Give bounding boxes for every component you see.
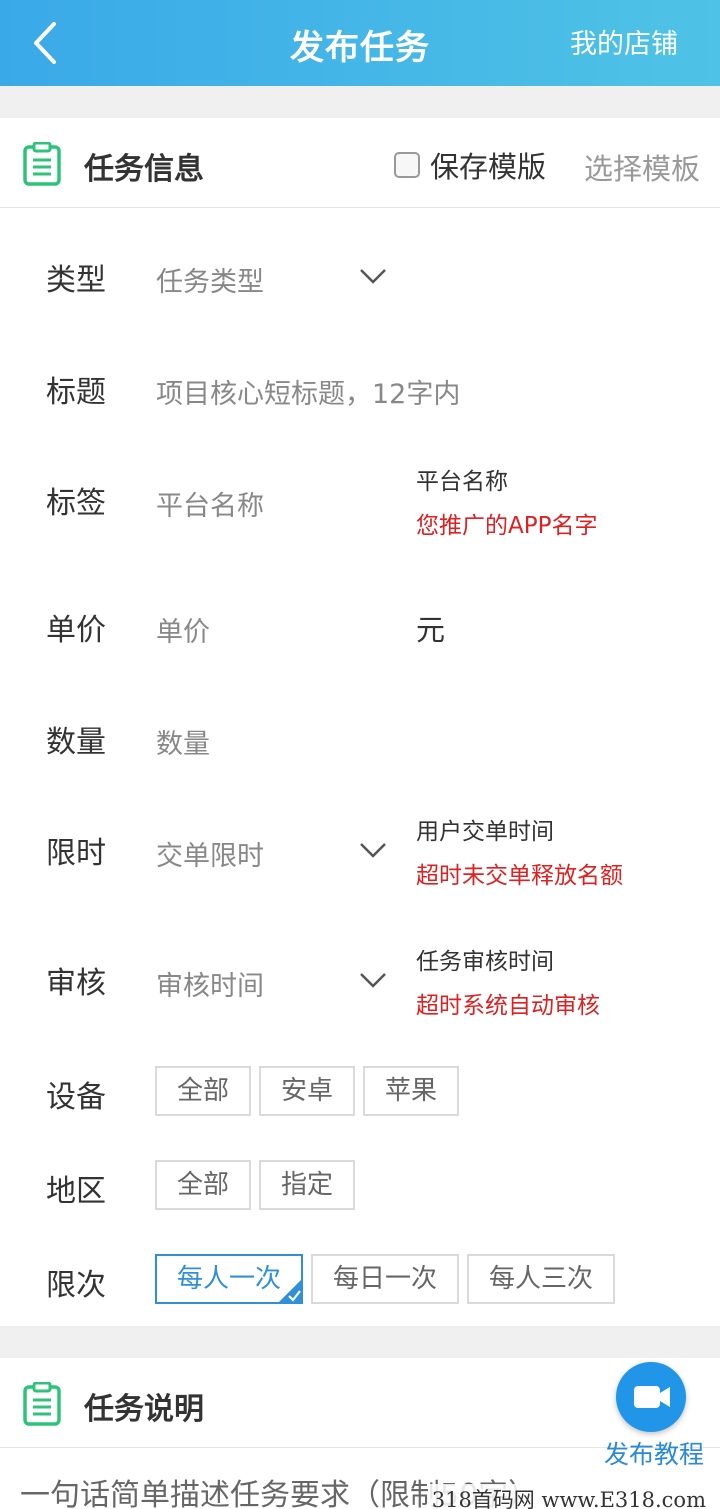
choose-template-button[interactable]: 选择模板 bbox=[584, 146, 700, 188]
region-label: 地区 bbox=[46, 1174, 106, 1209]
device-option-ios[interactable]: 苹果 bbox=[363, 1066, 459, 1116]
tag-row: 标签 平台名称 平台名称 您推广的APP名字 bbox=[0, 460, 720, 540]
region-row: 地区 全部 指定 bbox=[0, 1160, 720, 1212]
watermark: 318首码网 www.E318.com bbox=[427, 1484, 710, 1509]
device-row: 设备 全部 安卓 苹果 bbox=[0, 1066, 720, 1118]
tag-hint-warning: 您推广的APP名字 bbox=[416, 513, 598, 539]
section-title: 任务说明 bbox=[84, 1392, 204, 1427]
price-input[interactable]: 单价 bbox=[156, 610, 210, 649]
time-limit-select[interactable]: 交单限时 bbox=[156, 834, 264, 873]
clipboard-icon bbox=[23, 1382, 61, 1426]
top-bar: 发布任务 我的店铺 bbox=[0, 0, 720, 86]
section-title: 任务信息 bbox=[84, 152, 204, 187]
chevron-down-icon[interactable] bbox=[358, 840, 388, 860]
device-option-android[interactable]: 安卓 bbox=[259, 1066, 355, 1116]
checkbox-icon[interactable] bbox=[394, 152, 420, 178]
tutorial-label[interactable]: 发布教程 bbox=[604, 1435, 704, 1471]
my-shop-link[interactable]: 我的店铺 bbox=[570, 22, 678, 61]
tutorial-button[interactable] bbox=[616, 1362, 686, 1432]
review-label: 审核 bbox=[46, 966, 106, 1001]
time-limit-hint: 用户交单时间 bbox=[416, 819, 554, 845]
tag-hint: 平台名称 bbox=[416, 469, 508, 495]
frequency-label: 限次 bbox=[46, 1268, 106, 1303]
clipboard-icon bbox=[23, 142, 61, 186]
time-limit-label: 限时 bbox=[46, 836, 106, 871]
tag-input[interactable]: 平台名称 bbox=[156, 484, 264, 523]
frequency-option-three-per-person[interactable]: 每人三次 bbox=[467, 1254, 615, 1304]
task-info-header: 任务信息 保存模版 选择模板 bbox=[0, 118, 720, 208]
device-label: 设备 bbox=[46, 1080, 106, 1115]
price-row: 单价 单价 元 bbox=[0, 600, 720, 660]
type-select[interactable]: 任务类型 bbox=[156, 260, 264, 299]
tag-label: 标签 bbox=[46, 486, 106, 521]
video-camera-icon bbox=[634, 1386, 670, 1408]
type-row[interactable]: 类型 任务类型 bbox=[0, 250, 720, 310]
chevron-down-icon[interactable] bbox=[358, 266, 388, 286]
price-unit: 元 bbox=[416, 613, 446, 647]
review-row[interactable]: 审核 审核时间 任务审核时间 超时系统自动审核 bbox=[0, 940, 720, 1020]
title-input[interactable]: 项目核心短标题，12字内 bbox=[156, 372, 460, 411]
time-limit-hint-warning: 超时未交单释放名额 bbox=[416, 863, 623, 889]
quantity-row: 数量 数量 bbox=[0, 712, 720, 772]
check-corner-icon bbox=[279, 1280, 301, 1302]
save-template-label: 保存模版 bbox=[430, 150, 547, 184]
save-template-checkbox[interactable]: 保存模版 bbox=[394, 144, 546, 186]
region-option-specified[interactable]: 指定 bbox=[259, 1160, 355, 1210]
quantity-input[interactable]: 数量 bbox=[156, 722, 210, 761]
frequency-row: 限次 每人一次 每日一次 每人三次 bbox=[0, 1254, 720, 1306]
frequency-option-once-per-day[interactable]: 每日一次 bbox=[311, 1254, 459, 1304]
device-option-all[interactable]: 全部 bbox=[155, 1066, 251, 1116]
time-limit-row[interactable]: 限时 交单限时 用户交单时间 超时未交单释放名额 bbox=[0, 810, 720, 890]
title-label: 标题 bbox=[46, 375, 106, 410]
region-option-all[interactable]: 全部 bbox=[155, 1160, 251, 1210]
frequency-option-once-per-person[interactable]: 每人一次 bbox=[155, 1254, 303, 1304]
title-row: 标题 项目核心短标题，12字内 bbox=[0, 362, 720, 422]
review-hint: 任务审核时间 bbox=[416, 949, 554, 975]
review-select[interactable]: 审核时间 bbox=[156, 964, 264, 1003]
chevron-down-icon[interactable] bbox=[358, 970, 388, 990]
type-label: 类型 bbox=[46, 263, 106, 298]
review-hint-warning: 超时系统自动审核 bbox=[416, 993, 600, 1019]
option-label: 每人一次 bbox=[176, 1264, 281, 1294]
price-label: 单价 bbox=[46, 613, 106, 648]
quantity-label: 数量 bbox=[46, 725, 106, 760]
